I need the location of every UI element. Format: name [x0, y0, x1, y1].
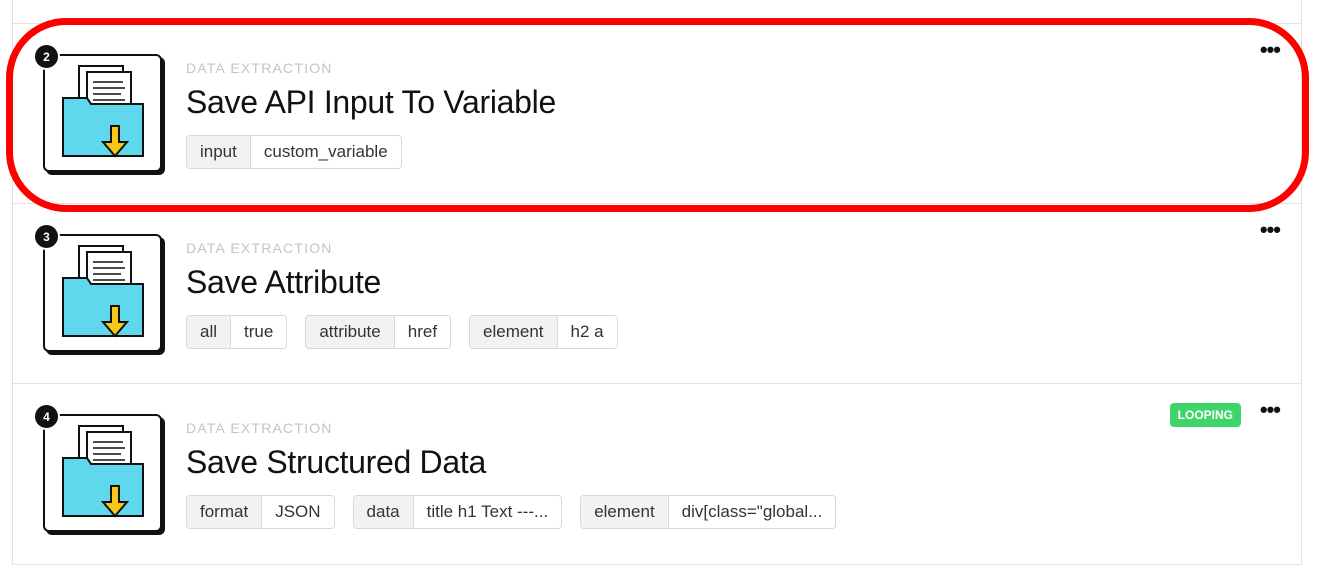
param-value: div[class="global...	[668, 496, 836, 528]
param-chip: element div[class="global...	[580, 495, 837, 529]
param-chip: data title h1 Text ---...	[352, 495, 563, 529]
step-card[interactable]: 2 DATA EXTRACTION Save API Input To Vari…	[13, 23, 1301, 203]
step-icon-box	[43, 54, 162, 172]
param-key: data	[353, 496, 414, 528]
step-title: Save API Input To Variable	[186, 84, 556, 120]
step-category: DATA EXTRACTION	[186, 60, 333, 76]
step-category: DATA EXTRACTION	[186, 420, 333, 436]
param-key: all	[187, 316, 232, 348]
param-value: href	[394, 316, 451, 348]
step-card[interactable]: 3 DATA EXTRACTION Save Attribute all tru…	[13, 203, 1301, 383]
param-key: element	[470, 316, 558, 348]
param-key: element	[581, 496, 669, 528]
step-number-badge: 3	[33, 223, 60, 250]
param-value: true	[231, 316, 287, 348]
param-value: JSON	[262, 496, 334, 528]
step-icon-box	[43, 414, 162, 532]
looping-badge: LOOPING	[1169, 403, 1241, 427]
folder-download-icon	[62, 65, 144, 158]
step-title: Save Structured Data	[186, 444, 486, 480]
step-params: format JSON data title h1 Text ---... el…	[186, 495, 837, 529]
step-title: Save Attribute	[186, 264, 382, 300]
param-chip: all true	[186, 315, 288, 349]
more-options-icon[interactable]: •••	[1260, 399, 1281, 421]
step-params: all true attribute href element h2 a	[186, 315, 618, 349]
param-chip: attribute href	[305, 315, 452, 349]
param-key: attribute	[306, 316, 395, 348]
param-value: title h1 Text ---...	[413, 496, 562, 528]
folder-download-icon	[62, 425, 144, 518]
param-key: format	[187, 496, 263, 528]
param-key: input	[187, 136, 251, 168]
step-number-badge: 4	[33, 403, 60, 430]
step-card[interactable]: 4 DATA EXTRACTION Save Structured Data f…	[13, 383, 1301, 563]
param-value: h2 a	[557, 316, 617, 348]
more-options-icon[interactable]: •••	[1260, 39, 1281, 61]
step-list: 2 DATA EXTRACTION Save API Input To Vari…	[12, 0, 1302, 565]
more-options-icon[interactable]: •••	[1260, 219, 1281, 241]
param-chip: element h2 a	[469, 315, 618, 349]
step-icon-box	[43, 234, 162, 352]
param-chip: format JSON	[186, 495, 335, 529]
param-value: custom_variable	[250, 136, 401, 168]
step-params: input custom_variable	[186, 135, 402, 169]
folder-download-icon	[62, 245, 144, 338]
step-category: DATA EXTRACTION	[186, 240, 333, 256]
param-chip: input custom_variable	[186, 135, 402, 169]
step-number-badge: 2	[33, 43, 60, 70]
